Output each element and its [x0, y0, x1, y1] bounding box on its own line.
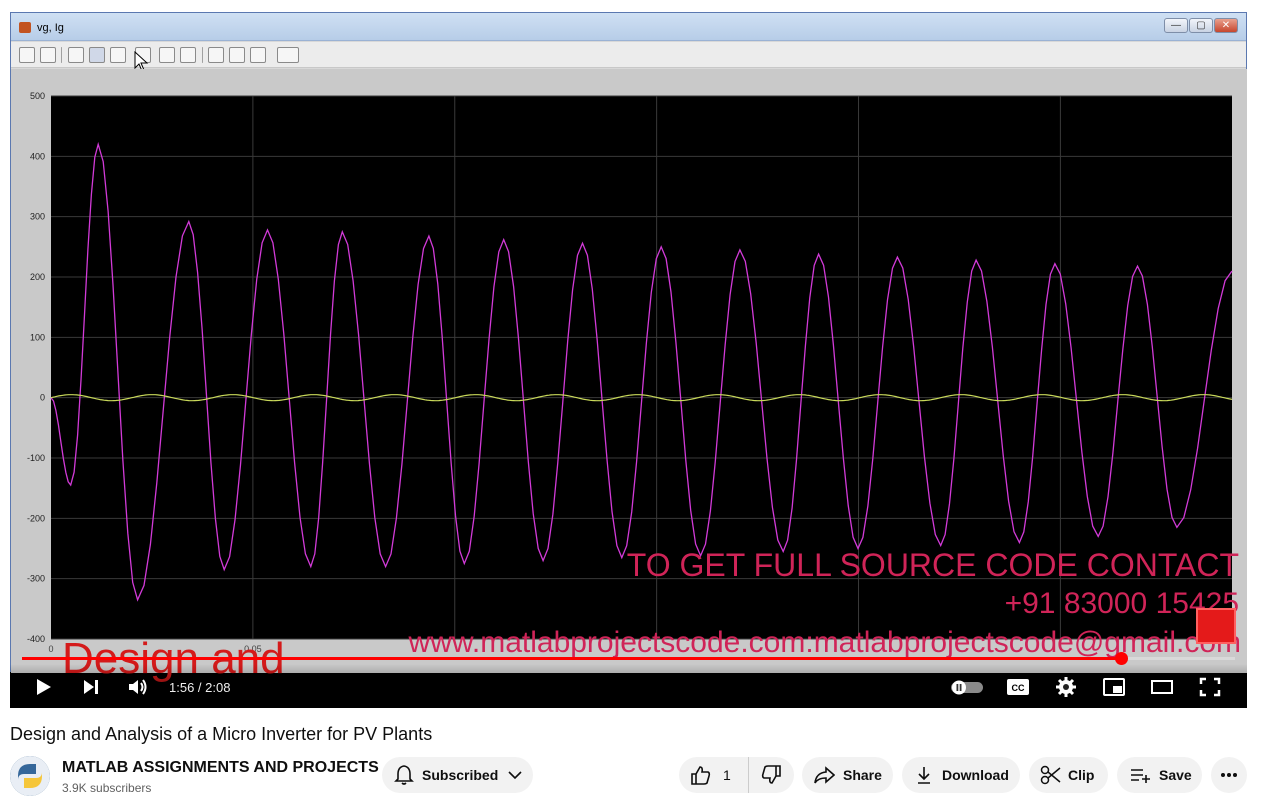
bell-icon	[394, 765, 414, 785]
lock-icon[interactable]	[229, 47, 245, 63]
volume-icon	[129, 679, 147, 695]
save-axes-icon[interactable]	[159, 47, 175, 63]
download-label: Download	[942, 767, 1009, 783]
scope-titlebar: vg, Ig — ▢ ✕	[11, 13, 1246, 41]
legend-icon[interactable]	[277, 47, 299, 63]
save-playlist-icon	[1131, 769, 1150, 783]
theater-button[interactable]	[1149, 674, 1175, 700]
clip-label: Clip	[1068, 767, 1095, 783]
params-icon[interactable]	[40, 47, 56, 63]
video-title: Design and Analysis of a Micro Inverter …	[10, 724, 433, 744]
scope-toolbar	[11, 42, 1246, 72]
play-icon	[37, 679, 51, 695]
channel-name[interactable]: MATLAB ASSIGNMENTS AND PROJECTS	[62, 759, 379, 777]
y-tick-label: -200	[27, 513, 45, 523]
thumbs-down-icon	[761, 765, 781, 784]
subscribed-label: Subscribed	[422, 767, 499, 783]
y-tick-label: 300	[30, 212, 45, 222]
miniplayer-button[interactable]	[1101, 674, 1127, 700]
progress-bar[interactable]	[22, 652, 1235, 665]
theater-icon	[1151, 680, 1173, 694]
player-controls: 1:56 / 2:08 CC	[10, 664, 1247, 708]
channel-avatar[interactable]	[10, 756, 50, 796]
miniplayer-icon	[1103, 678, 1125, 696]
more-horizontal-icon	[1221, 773, 1237, 777]
toolbar-separator	[202, 47, 203, 63]
stamp-logo	[1196, 608, 1236, 644]
promo-line-contact: TO GET FULL SOURCE CODE CONTACT	[626, 547, 1239, 583]
restore-axes-icon[interactable]	[180, 47, 196, 63]
save-button[interactable]: Save	[1117, 757, 1202, 793]
like-dislike-group: 1	[679, 757, 794, 793]
next-icon	[84, 680, 98, 694]
settings-button[interactable]	[1053, 674, 1079, 700]
floating-scope-icon[interactable]	[208, 47, 224, 63]
share-label: Share	[843, 767, 882, 783]
fullscreen-button[interactable]	[1197, 674, 1223, 700]
clip-button[interactable]: Clip	[1029, 757, 1108, 793]
signal-selection-icon[interactable]	[250, 47, 266, 63]
dislike-button[interactable]	[749, 757, 794, 793]
y-tick-label: -400	[27, 634, 45, 644]
scope-window-title: vg, Ig	[37, 22, 64, 34]
zoom-in-icon[interactable]	[68, 47, 84, 63]
subscriber-count: 3.9K subscribers	[62, 781, 152, 795]
scissors-icon	[1040, 765, 1061, 785]
download-button[interactable]: Download	[902, 757, 1020, 793]
python-logo-icon	[10, 756, 50, 796]
y-tick-label: 400	[30, 151, 45, 161]
matlab-icon	[19, 22, 31, 33]
like-count: 1	[723, 767, 731, 783]
captions-button[interactable]: CC	[1005, 674, 1031, 700]
close-button[interactable]: ✕	[1214, 18, 1238, 33]
y-tick-label: -100	[27, 453, 45, 463]
maximize-button[interactable]: ▢	[1189, 18, 1213, 33]
share-icon	[814, 766, 835, 784]
more-actions-button[interactable]	[1211, 757, 1247, 793]
toolbar-separator	[61, 47, 62, 63]
chevron-down-icon	[508, 771, 522, 780]
play-button[interactable]	[30, 674, 56, 700]
like-button[interactable]: 1	[679, 757, 749, 793]
volume-button[interactable]	[125, 674, 151, 700]
x-tick-label: 0	[48, 644, 53, 654]
progress-fill	[22, 657, 1121, 660]
y-tick-label: -300	[27, 574, 45, 584]
y-tick-label: 500	[30, 91, 45, 101]
thumbs-up-icon	[691, 766, 711, 785]
next-button[interactable]	[78, 674, 104, 700]
print-icon[interactable]	[19, 47, 35, 63]
y-tick-label: 200	[30, 272, 45, 282]
share-button[interactable]: Share	[802, 757, 893, 793]
subscribed-button[interactable]: Subscribed	[382, 757, 533, 793]
y-tick-label: 100	[30, 332, 45, 342]
fullscreen-icon	[1199, 677, 1221, 697]
save-label: Save	[1159, 767, 1192, 783]
svg-text:CC: CC	[1012, 683, 1025, 693]
zoom-y-icon[interactable]	[110, 47, 126, 63]
cc-icon: CC	[1007, 679, 1029, 695]
settings-icon	[1056, 677, 1076, 697]
zoom-x-icon[interactable]	[89, 47, 105, 63]
time-display: 1:56 / 2:08	[169, 680, 231, 695]
autoplay-toggle[interactable]	[950, 674, 984, 700]
autoplay-toggle-icon	[951, 680, 983, 695]
download-icon	[918, 767, 930, 784]
video-player[interactable]: vg, Ig — ▢ ✕ 500 400 300 200 100 0 -100 …	[10, 12, 1247, 708]
y-tick-label: 0	[40, 393, 45, 403]
minimize-button[interactable]: —	[1164, 18, 1188, 33]
